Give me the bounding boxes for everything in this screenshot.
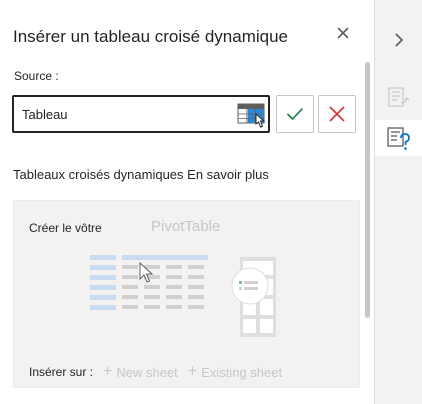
section-heading: Tableaux croisés dynamiques En savoir pl… bbox=[13, 167, 269, 182]
collapse-pane-button[interactable] bbox=[375, 24, 422, 56]
insert-on-label: Insérer sur : bbox=[29, 365, 94, 379]
chevron-right-icon bbox=[395, 33, 404, 47]
existing-sheet-option[interactable]: + Existing sheet bbox=[188, 363, 282, 381]
source-input[interactable] bbox=[22, 97, 232, 131]
pane-title: Insérer un tableau croisé dynamique bbox=[13, 27, 288, 46]
cancel-button[interactable] bbox=[318, 95, 356, 133]
cancel-x-icon bbox=[329, 106, 345, 122]
section-heading-text: Tableaux croisés dynamiques bbox=[13, 167, 184, 182]
source-field[interactable] bbox=[12, 95, 270, 133]
close-button[interactable] bbox=[332, 22, 354, 44]
plus-icon: + bbox=[103, 363, 113, 380]
create-own-label: Créer le vôtre bbox=[29, 221, 102, 235]
confirm-button[interactable] bbox=[276, 95, 314, 133]
new-sheet-option[interactable]: + New sheet bbox=[103, 363, 178, 381]
table-select-icon bbox=[237, 103, 266, 128]
pivot-help-button[interactable] bbox=[375, 120, 422, 156]
close-icon bbox=[337, 27, 349, 39]
pivottable-label: PivotTable bbox=[151, 218, 221, 235]
pivot-task-pane: Insérer un tableau croisé dynamique Sour… bbox=[0, 0, 374, 404]
learn-more-link[interactable]: En savoir plus bbox=[187, 167, 269, 182]
checkmark-icon bbox=[286, 107, 304, 121]
plus-icon: + bbox=[187, 363, 198, 380]
pivot-fields-icon bbox=[388, 87, 410, 107]
pivot-help-icon bbox=[387, 127, 410, 150]
insert-on-row: Insérer sur : + New sheet + Existing she… bbox=[29, 363, 282, 381]
source-label: Source : bbox=[14, 69, 59, 83]
side-rail bbox=[374, 0, 422, 404]
range-select-button[interactable] bbox=[236, 102, 268, 128]
existing-sheet-label: Existing sheet bbox=[201, 364, 283, 380]
create-pivot-card[interactable]: Créer le vôtre PivotTable Insérer sur: … bbox=[13, 200, 360, 388]
scrollbar-thumb[interactable] bbox=[365, 62, 370, 318]
pivot-illustration bbox=[90, 255, 276, 337]
pivot-fields-button[interactable] bbox=[375, 80, 422, 116]
new-sheet-label: New sheet bbox=[116, 364, 178, 380]
